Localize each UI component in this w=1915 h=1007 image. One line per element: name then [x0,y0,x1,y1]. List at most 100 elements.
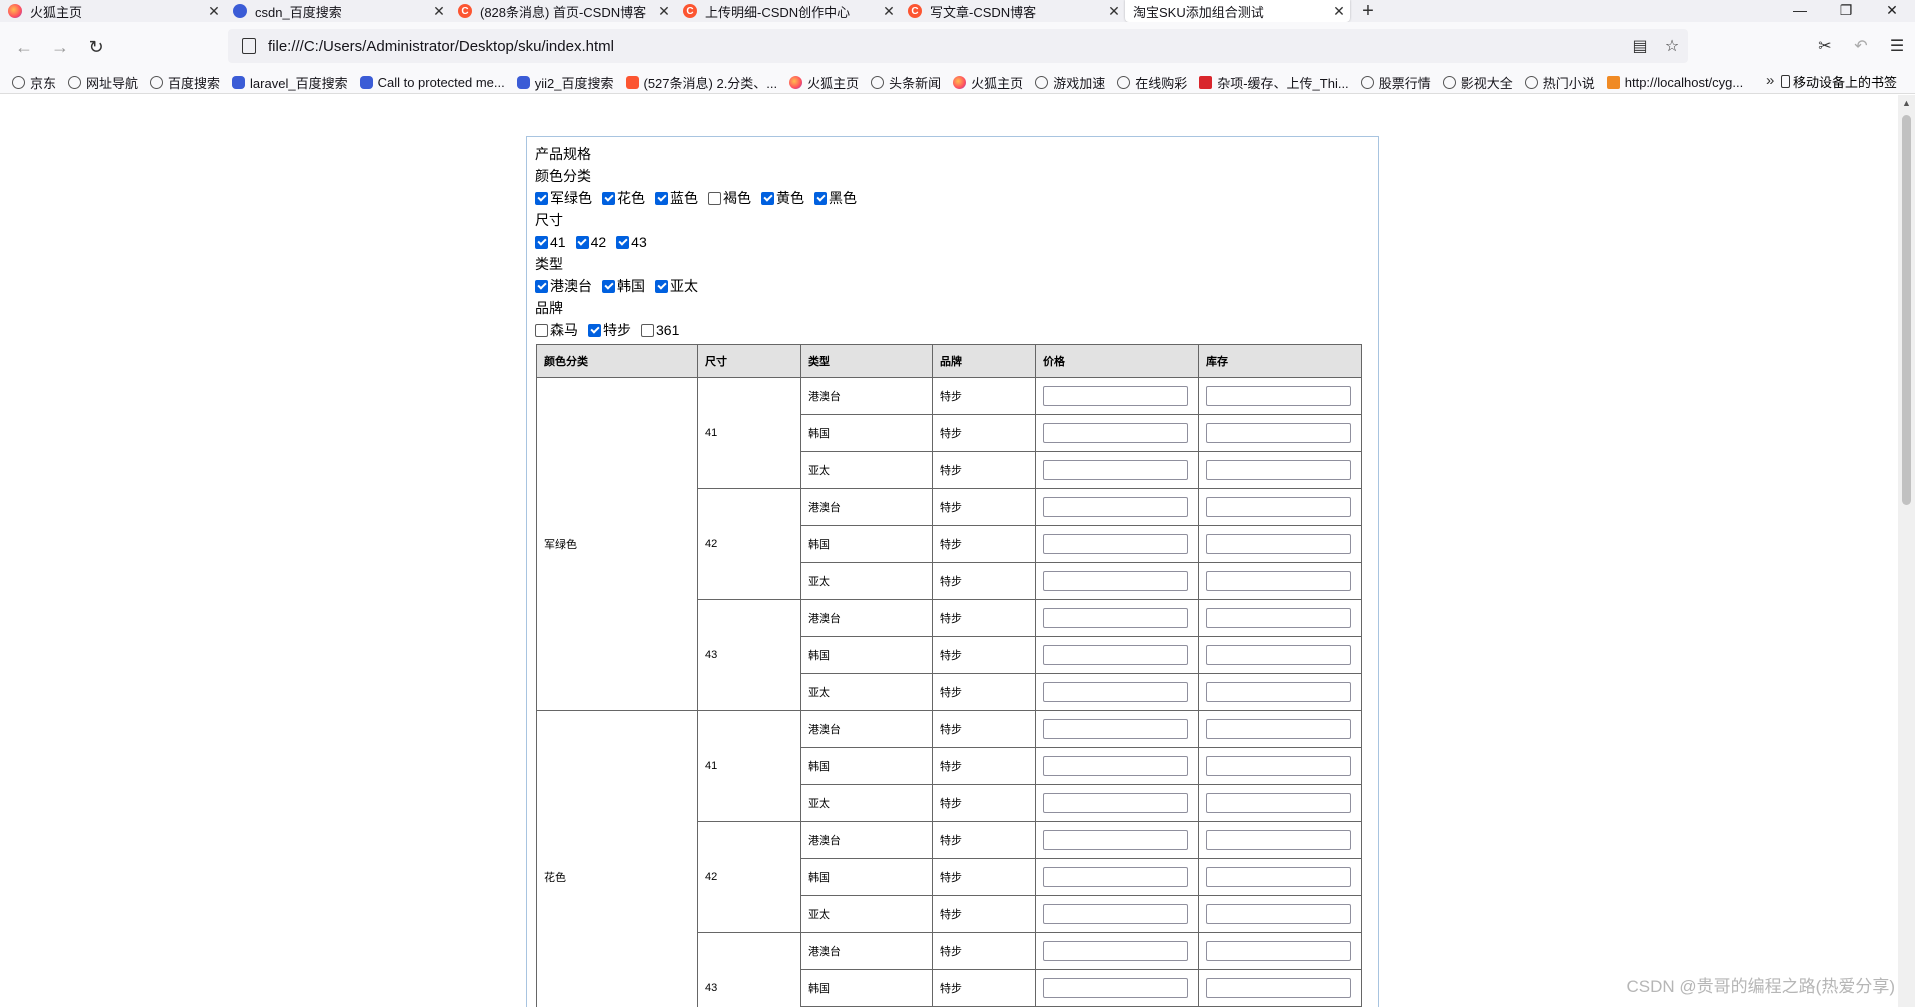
option-checkbox[interactable]: 蓝色 [655,188,698,208]
close-tab-icon[interactable]: ✕ [878,3,900,20]
checkbox[interactable] [602,191,615,205]
restore-icon[interactable]: ❐ [1823,0,1869,22]
stock-input[interactable] [1206,904,1351,924]
stock-input[interactable] [1206,978,1351,998]
option-checkbox[interactable]: 森马 [535,320,578,340]
option-checkbox[interactable]: 褐色 [708,188,751,208]
price-input[interactable] [1043,645,1188,665]
menu-icon[interactable]: ☰ [1879,36,1915,56]
bookmark-item[interactable]: yii2_百度搜索 [516,73,614,92]
close-window-icon[interactable]: ✕ [1869,0,1915,22]
close-tab-icon[interactable]: ✕ [203,3,225,20]
checkbox[interactable] [641,323,654,337]
option-checkbox[interactable]: 军绿色 [535,188,592,208]
price-input[interactable] [1043,534,1188,554]
stock-input[interactable] [1206,941,1351,961]
reader-view-icon[interactable]: ▤ [1624,36,1656,56]
price-input[interactable] [1043,682,1188,702]
stock-input[interactable] [1206,830,1351,850]
stock-input[interactable] [1206,534,1351,554]
checkbox[interactable] [535,323,548,337]
price-input[interactable] [1043,423,1188,443]
checkbox[interactable] [616,235,630,249]
bookmark-item[interactable]: 在线购彩 [1117,73,1187,92]
stock-input[interactable] [1206,682,1351,702]
price-input[interactable] [1043,793,1188,813]
mobile-bookmarks[interactable]: 移动设备上的书签 [1780,72,1897,91]
bookmark-item[interactable]: (527条消息) 2.分类、... [625,73,777,92]
stock-input[interactable] [1206,645,1351,665]
stock-input[interactable] [1206,608,1351,628]
checkbox[interactable] [535,191,548,205]
price-input[interactable] [1043,460,1188,480]
tab-2[interactable]: C (828条消息) 首页-CSDN博客 ✕ [450,0,675,22]
option-checkbox[interactable]: 361 [641,322,679,338]
bookmark-star-icon[interactable]: ☆ [1656,36,1688,56]
bookmark-item[interactable]: 头条新闻 [871,73,941,92]
option-checkbox[interactable]: 42 [575,234,606,250]
stock-input[interactable] [1206,756,1351,776]
reload-icon[interactable]: ↻ [78,29,114,65]
bookmark-item[interactable]: 影视大全 [1442,73,1513,92]
checkbox[interactable] [655,279,668,293]
screenshot-icon[interactable]: ✂ [1807,36,1843,56]
scroll-up-icon[interactable]: ▲ [1898,95,1915,112]
bookmark-item[interactable]: 游戏加速 [1035,73,1105,92]
checkbox[interactable] [588,323,601,337]
stock-input[interactable] [1206,423,1351,443]
undo-icon[interactable]: ↶ [1843,36,1879,56]
checkbox[interactable] [655,191,668,205]
minimize-icon[interactable]: — [1777,0,1823,22]
scroll-thumb[interactable] [1902,115,1911,505]
option-checkbox[interactable]: 亚太 [655,276,698,296]
bookmark-item[interactable]: 股票行情 [1360,73,1431,92]
checkbox[interactable] [575,235,589,249]
stock-input[interactable] [1206,793,1351,813]
stock-input[interactable] [1206,497,1351,517]
checkbox[interactable] [814,191,827,205]
bookmark-item[interactable]: 火狐主页 [953,73,1023,92]
close-tab-icon[interactable]: ✕ [653,3,675,20]
price-input[interactable] [1043,978,1188,998]
stock-input[interactable] [1206,867,1351,887]
url-text[interactable]: file:///C:/Users/Administrator/Desktop/s… [268,38,1624,55]
price-input[interactable] [1043,756,1188,776]
tab-4[interactable]: C 写文章-CSDN博客 ✕ [900,0,1125,22]
stock-input[interactable] [1206,719,1351,739]
close-tab-icon[interactable]: ✕ [1328,3,1350,20]
back-icon[interactable]: ← [6,29,42,65]
checkbox[interactable] [535,279,548,293]
tab-0[interactable]: 火狐主页 ✕ [0,0,225,22]
bookmark-item[interactable]: 热门小说 [1524,73,1595,92]
forward-icon[interactable]: → [42,29,78,65]
option-checkbox[interactable]: 43 [616,234,647,250]
option-checkbox[interactable]: 黄色 [761,188,804,208]
option-checkbox[interactable]: 黑色 [814,188,857,208]
tab-3[interactable]: C 上传明细-CSDN创作中心 ✕ [675,0,900,22]
bookmark-item[interactable]: laravel_百度搜索 [232,73,348,92]
price-input[interactable] [1043,830,1188,850]
price-input[interactable] [1043,719,1188,739]
checkbox[interactable] [761,191,774,205]
bookmark-item[interactable]: Call to protected me... [359,75,505,90]
tab-1[interactable]: csdn_百度搜索 ✕ [225,0,450,22]
price-input[interactable] [1043,386,1188,406]
checkbox[interactable] [535,235,548,249]
address-bar[interactable]: file:///C:/Users/Administrator/Desktop/s… [228,29,1688,63]
stock-input[interactable] [1206,571,1351,591]
new-tab-icon[interactable]: + [1350,0,1386,22]
bookmark-item[interactable]: 百度搜索 [150,73,220,92]
option-checkbox[interactable]: 花色 [602,188,645,208]
checkbox[interactable] [602,279,615,293]
price-input[interactable] [1043,941,1188,961]
vertical-scrollbar[interactable]: ▲ [1898,95,1915,1007]
tab-5[interactable]: 淘宝SKU添加组合测试 ✕ [1125,0,1350,22]
price-input[interactable] [1043,571,1188,591]
bookmark-item[interactable]: 杂项-缓存、上传_Thi... [1199,73,1349,92]
price-input[interactable] [1043,904,1188,924]
option-checkbox[interactable]: 41 [535,234,566,250]
stock-input[interactable] [1206,460,1351,480]
option-checkbox[interactable]: 港澳台 [535,276,592,296]
option-checkbox[interactable]: 特步 [588,320,631,340]
stock-input[interactable] [1206,386,1351,406]
